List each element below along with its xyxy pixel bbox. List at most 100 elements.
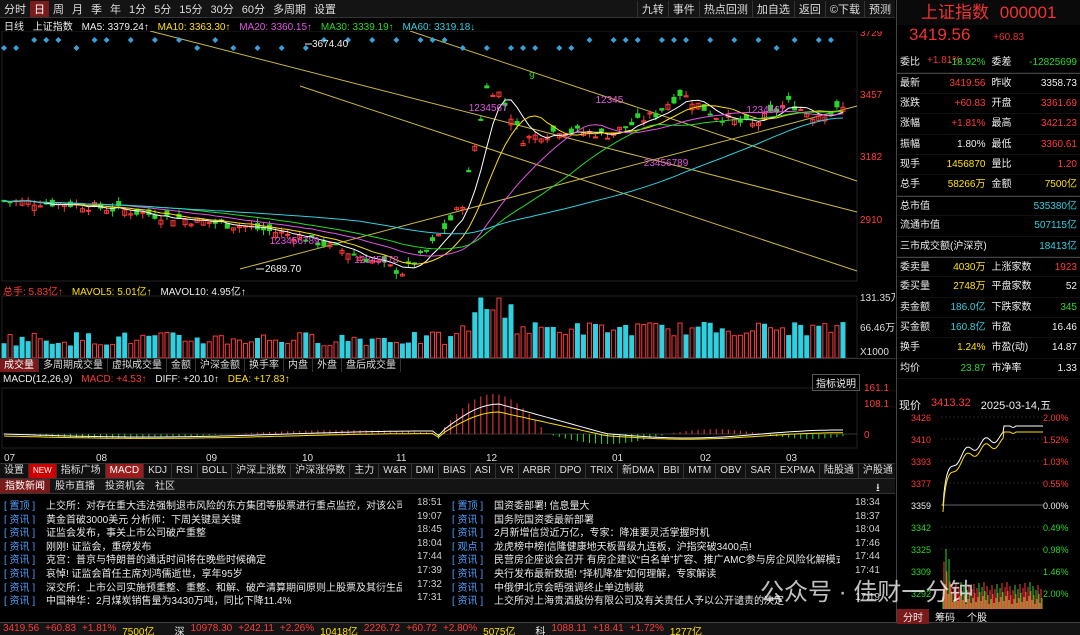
- indicator-tab[interactable]: 新DMA: [618, 464, 660, 478]
- news-item[interactable]: [ 资讯 ] 哀悼! 证监会首任主席刘鸿儒逝世，享年95岁 17:39: [4, 565, 442, 579]
- indicator-tab[interactable]: TRIX: [586, 464, 619, 478]
- news-title[interactable]: 龙虎榜中榜|信隆健康地天板晋级九连板，沪指突破3400点!: [494, 538, 840, 552]
- news-title[interactable]: 上交所：对存在重大违法强制退市风险的东方集团等股票进行重点监控，对该公司...: [46, 497, 402, 511]
- news-title[interactable]: 国务院国资委最新部署: [494, 511, 840, 525]
- volume-bar: [472, 312, 478, 359]
- volume-bar: [792, 322, 798, 359]
- volume-tab[interactable]: 盘后成交量: [342, 359, 401, 372]
- toolbar-button[interactable]: 热点回测: [698, 0, 752, 17]
- indicator-tab[interactable]: DPO: [556, 464, 587, 478]
- volume-tab[interactable]: 金额: [167, 359, 196, 372]
- indicator-tab[interactable]: 沪股通: [859, 464, 898, 478]
- quote-value: 7500亿: [1044, 179, 1077, 191]
- news-item[interactable]: [ 资讯 ] 中国神华：2月煤炭销售量为3430万吨，同比下降11.4% 17:31: [4, 592, 442, 606]
- volume-tab[interactable]: 多周期成交量: [39, 359, 108, 372]
- news-tag: [ 资讯 ]: [452, 555, 484, 565]
- news-item[interactable]: [ 置顶 ] 国资委部署! 信息量大 18:34: [452, 497, 880, 511]
- toolbar-button[interactable]: 事件: [667, 0, 699, 17]
- indicator-tab[interactable]: DMI: [412, 464, 439, 478]
- news-title[interactable]: 哀悼! 证监会首任主席刘鸿儒逝世，享年95岁: [46, 565, 402, 579]
- period-tab[interactable]: 多周期: [269, 1, 310, 17]
- news-item[interactable]: [ 资讯 ] 黄金首破3000美元 分析师：下周关键是关键 19:07: [4, 511, 442, 525]
- period-tab[interactable]: 年: [106, 1, 125, 17]
- news-item[interactable]: [ 资讯 ] 国务院国资委最新部署 18:37: [452, 511, 880, 525]
- indicator-tab[interactable]: BIAS: [439, 464, 471, 478]
- indicator-tab[interactable]: 设置: [0, 464, 29, 478]
- volume-tab[interactable]: 内盘: [284, 359, 313, 372]
- period-tab[interactable]: 5分: [150, 1, 175, 17]
- kline-chart[interactable]: 12345678 123456789 1234567 9 12345 23456789 12…: [0, 31, 895, 463]
- news-item[interactable]: [ 观点 ] 龙虎榜中榜|信隆健康地天板晋级九连板，沪指突破3400点! 17:46: [452, 538, 880, 552]
- volume-tab[interactable]: 外盘: [313, 359, 342, 372]
- period-tab[interactable]: 30分: [207, 1, 238, 17]
- volume-bar: [556, 331, 562, 359]
- indicator-tab[interactable]: 主力: [350, 464, 380, 478]
- news-title[interactable]: 证监会发布，事关上市公司破产重整: [46, 524, 402, 538]
- news-title[interactable]: 中国神华：2月煤炭销售量为3430万吨，同比下降11.4%: [46, 592, 402, 606]
- news-item[interactable]: [ 资讯 ] 深交所：上市公司实施预重整、重整、和解、破产清算期间原则上股票及其衍…: [4, 579, 442, 593]
- news-item[interactable]: [ 资讯 ] 刚刚! 证监会，重磅发布 18:04: [4, 538, 442, 552]
- period-tab[interactable]: 周: [49, 1, 68, 17]
- toolbar-button[interactable]: 九转: [636, 0, 668, 17]
- indicator-tab[interactable]: MTM: [684, 464, 717, 478]
- volume-bar: [67, 345, 73, 359]
- indicator-tab[interactable]: RSI: [172, 464, 198, 478]
- signal-diamond: [622, 37, 629, 43]
- news-title[interactable]: 2月新增信贷近万亿，专家：降准要灵活掌握时机: [494, 524, 840, 538]
- period-tab[interactable]: 月: [68, 1, 87, 17]
- news-item[interactable]: [ 资讯 ] 2月新增信贷近万亿，专家：降准要灵活掌握时机 18:04: [452, 524, 880, 538]
- news-tab[interactable]: 投资机会: [100, 479, 150, 493]
- indicator-tab[interactable]: MACD: [105, 464, 145, 478]
- volume-tab[interactable]: 换手率: [245, 359, 284, 372]
- news-item[interactable]: [ 资讯 ] 证监会发布，事关上市公司破产重整 18:45: [4, 524, 442, 538]
- period-tab[interactable]: 日: [30, 0, 49, 17]
- quote-value: 3360.61: [1040, 138, 1077, 150]
- news-item[interactable]: [ 资讯 ] 民营房企座谈会召开 有房企建议“白名单”扩容、推广AMC参与房企风险…: [452, 551, 880, 565]
- toolbar-button[interactable]: 加自选: [751, 0, 794, 17]
- indicator-tab[interactable]: ASI: [471, 464, 496, 478]
- indicator-tab[interactable]: BBI: [659, 464, 685, 478]
- indicator-tab[interactable]: EXPMA: [776, 464, 820, 478]
- indicator-tab[interactable]: SAR: [746, 464, 776, 478]
- period-tab[interactable]: 分时: [0, 1, 30, 17]
- news-tab[interactable]: 股市直播: [50, 479, 100, 493]
- news-tab[interactable]: 指数新闻: [0, 479, 50, 493]
- indicator-tab[interactable]: W&R: [379, 464, 412, 478]
- news-title[interactable]: 克宫：普京与特朗普的通话时间将在晚些时候确定: [46, 551, 402, 565]
- toolbar-button[interactable]: ©下载: [824, 0, 864, 17]
- indicator-tab[interactable]: BOLL: [198, 464, 233, 478]
- indicator-tab[interactable]: OBV: [716, 464, 747, 478]
- indicator-help-button[interactable]: 指标说明: [812, 374, 860, 391]
- toolbar-button[interactable]: 预测: [864, 0, 895, 17]
- news-tab[interactable]: 社区: [150, 479, 180, 493]
- news-title[interactable]: 深交所：上市公司实施预重整、重整、和解、破产清算期间原则上股票及其衍生品...: [46, 579, 402, 593]
- indicator-tab[interactable]: ARBR: [519, 464, 556, 478]
- period-tab[interactable]: 1分: [125, 1, 150, 17]
- news-title[interactable]: 国资委部署! 信息量大: [494, 497, 840, 511]
- quote-label: 总手: [900, 179, 920, 191]
- indicator-tab[interactable]: NEW: [29, 464, 57, 478]
- news-item[interactable]: [ 置顶 ] 上交所：对存在重大违法强制退市风险的东方集团等股票进行重点监控，对该…: [4, 497, 442, 511]
- news-title[interactable]: 民营房企座谈会召开 有房企建议“白名单”扩容、推广AMC参与房企风险化解模式: [494, 551, 840, 565]
- indicator-tab[interactable]: 沪深涨停数: [291, 464, 351, 478]
- download-icon[interactable]: ⭳: [876, 479, 880, 498]
- volume-tab[interactable]: 虚拟成交量: [108, 359, 167, 372]
- period-tab[interactable]: 15分: [175, 1, 206, 17]
- indicator-tab[interactable]: 沪深上涨数: [232, 464, 292, 478]
- indicator-tab[interactable]: VR: [496, 464, 519, 478]
- volume-tab[interactable]: 沪深金额: [196, 359, 245, 372]
- period-tab[interactable]: 季: [87, 1, 106, 17]
- news-title[interactable]: 刚刚! 证监会，重磅发布: [46, 538, 402, 552]
- news-item[interactable]: [ 资讯 ] 克宫：普京与特朗普的通话时间将在晚些时候确定 17:44: [4, 551, 442, 565]
- indicator-tab[interactable]: 陆股通: [820, 464, 859, 478]
- indicator-tab[interactable]: KDJ: [144, 464, 173, 478]
- signal-diamond: [55, 37, 62, 43]
- candle-body: [599, 128, 605, 132]
- indicator-tab[interactable]: 指标广场: [57, 464, 106, 478]
- quote-row: 委比 -18.92% 委差 -12825699: [897, 53, 1080, 74]
- period-tab[interactable]: 设置: [310, 1, 340, 17]
- toolbar-button[interactable]: 返回: [793, 0, 825, 17]
- volume-tab[interactable]: 成交量: [0, 359, 39, 372]
- news-title[interactable]: 黄金首破3000美元 分析师：下周关键是关键: [46, 511, 402, 525]
- period-tab[interactable]: 60分: [238, 1, 269, 17]
